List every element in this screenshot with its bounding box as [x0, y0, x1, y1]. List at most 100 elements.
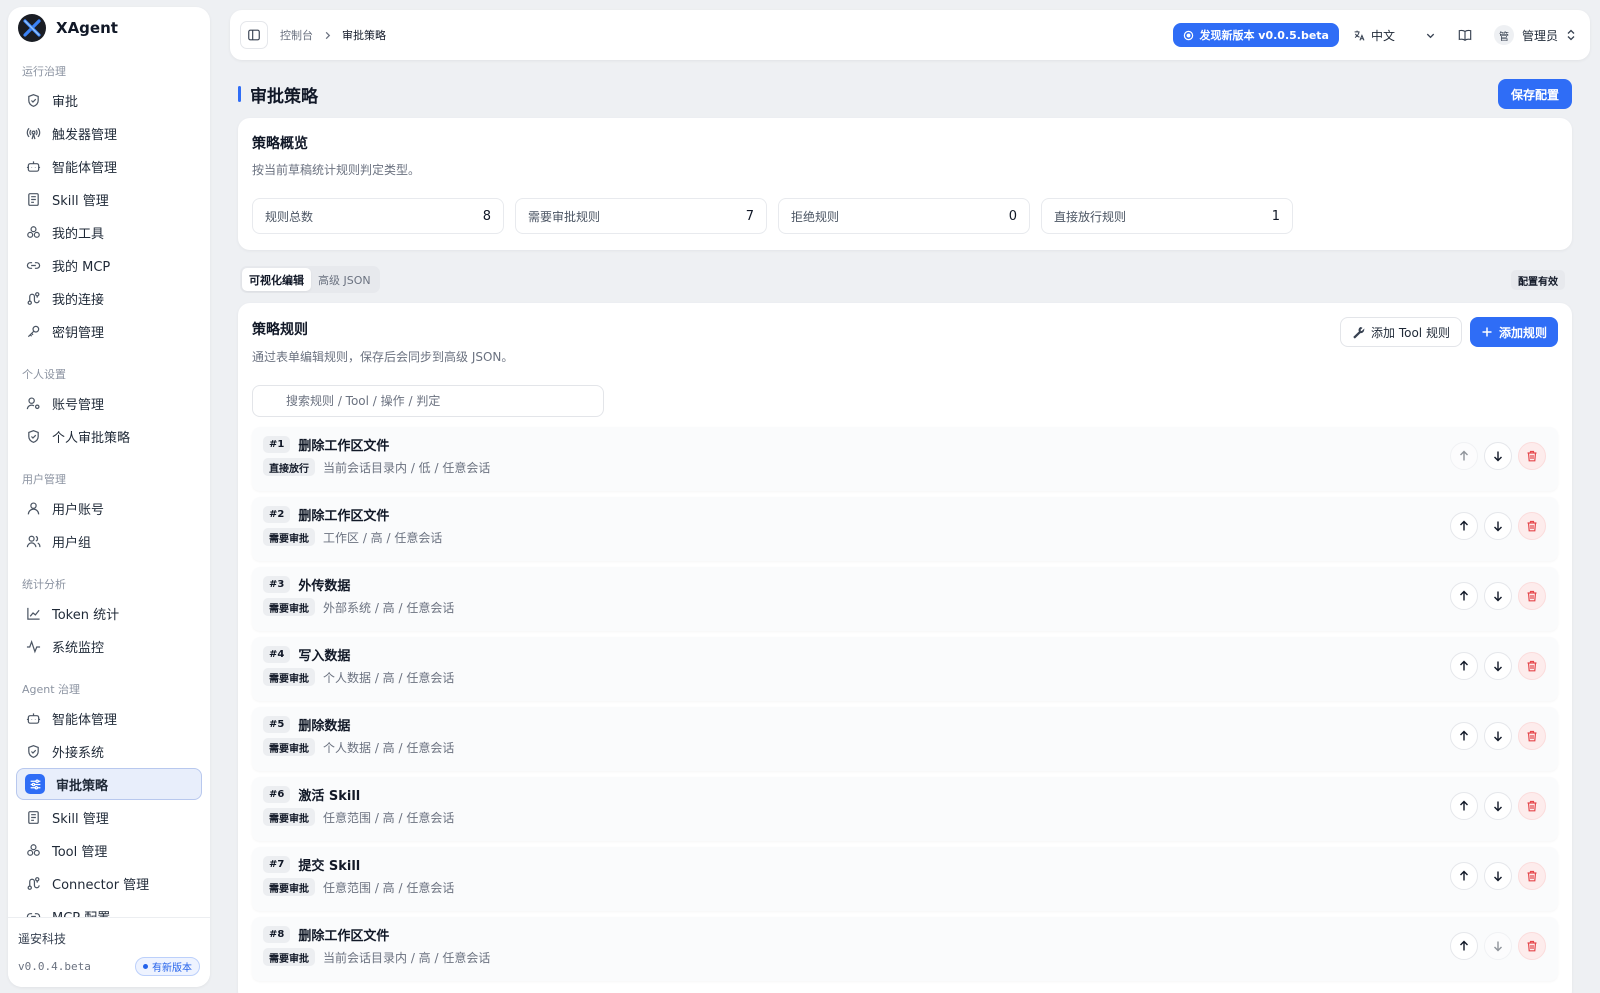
delete-rule-button[interactable]	[1518, 512, 1546, 540]
sidebar-item-account[interactable]: 账号管理	[16, 387, 202, 419]
arrow-down-icon	[1494, 731, 1502, 742]
rule-name: 写入数据	[298, 649, 351, 664]
sidebar-item-skills[interactable]: Skill 管理	[16, 183, 202, 215]
move-up-button[interactable]	[1450, 442, 1478, 470]
delete-rule-button[interactable]	[1518, 442, 1546, 470]
rules-list: #1 删除工作区文件 直接放行 当前会话目录内 / 低 / 任意会话 #2 删除…	[252, 427, 1558, 987]
delete-rule-button[interactable]	[1518, 582, 1546, 610]
list-item[interactable]: #8 删除工作区文件 需要审批 当前会话目录内 / 高 / 任意会话	[252, 917, 1558, 981]
sidebar-item-mcp-config[interactable]: MCP 配置	[16, 900, 202, 917]
sidebar-item-keys[interactable]: 密钥管理	[16, 315, 202, 347]
stat-allow-rules: 直接放行规则 1	[1041, 198, 1293, 234]
add-tool-rule-button[interactable]: 添加 Tool 规则	[1340, 317, 1462, 347]
trash-icon	[1527, 800, 1537, 812]
docs-book-icon[interactable]	[1458, 28, 1472, 42]
move-up-button[interactable]	[1450, 722, 1478, 750]
nav-group-title: 个人设置	[22, 368, 66, 381]
list-item[interactable]: #5 删除数据 需要审批 个人数据 / 高 / 任意会话	[252, 707, 1558, 771]
sidebar-item-label: 智能体管理	[52, 160, 118, 176]
line-chart-icon	[27, 607, 40, 620]
sidebar-item-personal-policy[interactable]: 个人审批策略	[16, 420, 202, 452]
sidebar-item-label: 审批策略	[56, 778, 109, 794]
rule-index: #1	[263, 436, 291, 453]
sidebar-nav[interactable]: 运行治理 审批 触发器管理 智能体管理 Skill 管理 我的工具 我的 MCP…	[8, 61, 210, 917]
add-tool-rule-label: 添加 Tool 规则	[1371, 325, 1450, 340]
tab-advanced-json[interactable]: 高级 JSON	[311, 268, 378, 291]
breadcrumb-item-console[interactable]: 控制台	[280, 27, 313, 43]
breadcrumb-item-current: 审批策略	[342, 29, 386, 42]
sidebar-item-system-monitor[interactable]: 系统监控	[16, 630, 202, 662]
add-rule-button[interactable]: 添加规则	[1470, 317, 1559, 347]
move-down-button[interactable]	[1484, 442, 1512, 470]
list-item[interactable]: #7 提交 Skill 需要审批 任意范围 / 高 / 任意会话	[252, 847, 1558, 911]
move-up-button[interactable]	[1450, 932, 1478, 960]
sidebar-item-external-systems[interactable]: 外接系统	[16, 735, 202, 767]
move-up-button[interactable]	[1450, 582, 1478, 610]
list-item[interactable]: #2 删除工作区文件 需要审批 工作区 / 高 / 任意会话	[252, 497, 1558, 561]
translate-icon	[1354, 30, 1365, 41]
sidebar-item-my-mcp[interactable]: 我的 MCP	[16, 249, 202, 281]
chevron-down-icon[interactable]	[1425, 30, 1436, 41]
list-item[interactable]: #3 外传数据 需要审批 外部系统 / 高 / 任意会话	[252, 567, 1558, 631]
add-rule-label: 添加规则	[1499, 325, 1548, 340]
delete-rule-button[interactable]	[1518, 932, 1546, 960]
sidebar-item-connector-management[interactable]: Connector 管理	[16, 867, 202, 899]
brand[interactable]: XAgent	[8, 7, 210, 49]
sidebar-item-approval[interactable]: 审批	[16, 84, 202, 116]
sidebar-item-agent-management[interactable]: 智能体管理	[16, 702, 202, 734]
delete-rule-button[interactable]	[1518, 652, 1546, 680]
rule-decision-badge: 需要审批	[263, 668, 315, 686]
sidebar-item-user-groups[interactable]: 用户组	[16, 525, 202, 557]
move-up-button[interactable]	[1450, 862, 1478, 890]
users-icon	[26, 535, 41, 547]
arrow-down-icon	[1494, 871, 1502, 882]
sidebar-item-label: Token 统计	[52, 607, 120, 623]
policy-overview-card: 策略概览 按当前草稿统计规则判定类型。 规则总数 8 需要审批规则 7 拒绝规则…	[238, 118, 1572, 250]
move-down-button[interactable]	[1484, 792, 1512, 820]
sidebar-item-label: 系统监控	[52, 640, 105, 656]
new-version-badge[interactable]: 有新版本	[135, 957, 200, 976]
sidebar-item-my-connections[interactable]: 我的连接	[16, 282, 202, 314]
rule-decision-badge: 直接放行	[263, 458, 315, 476]
sidebar-item-agents[interactable]: 智能体管理	[16, 150, 202, 182]
move-up-button[interactable]	[1450, 792, 1478, 820]
tab-visual-editor[interactable]: 可视化编辑	[242, 268, 311, 291]
list-item[interactable]: #6 激活 Skill 需要审批 任意范围 / 高 / 任意会话	[252, 777, 1558, 841]
sidebar-item-label: 外接系统	[52, 745, 105, 761]
list-item[interactable]: #4 写入数据 需要审批 个人数据 / 高 / 任意会话	[252, 637, 1558, 701]
language-switcher[interactable]: 中文	[1353, 27, 1395, 44]
list-item[interactable]: #1 删除工作区文件 直接放行 当前会话目录内 / 低 / 任意会话	[252, 427, 1558, 491]
stat-label: 直接放行规则	[1054, 209, 1127, 224]
current-version: v0.0.4.beta	[18, 960, 91, 973]
broadcast-icon	[26, 127, 41, 139]
rule-description: 个人数据 / 高 / 任意会话	[323, 670, 455, 685]
rule-search-input[interactable]	[252, 385, 604, 417]
move-up-button[interactable]	[1450, 652, 1478, 680]
arrow-down-icon	[1494, 521, 1502, 532]
move-down-button[interactable]	[1484, 932, 1512, 960]
move-down-button[interactable]	[1484, 582, 1512, 610]
move-down-button[interactable]	[1484, 722, 1512, 750]
save-config-button[interactable]: 保存配置	[1498, 79, 1572, 109]
sidebar-toggle-button[interactable]	[240, 21, 268, 49]
stat-deny-rules: 拒绝规则 0	[778, 198, 1030, 234]
move-down-button[interactable]	[1484, 652, 1512, 680]
delete-rule-button[interactable]	[1518, 722, 1546, 750]
sidebar-item-skill-management[interactable]: Skill 管理	[16, 801, 202, 833]
sidebar-item-token-stats[interactable]: Token 统计	[16, 597, 202, 629]
delete-rule-button[interactable]	[1518, 862, 1546, 890]
move-up-button[interactable]	[1450, 512, 1478, 540]
user-menu[interactable]: 管 管理员	[1493, 25, 1576, 45]
sidebar-item-user-accounts[interactable]: 用户账号	[16, 492, 202, 524]
delete-rule-button[interactable]	[1518, 792, 1546, 820]
move-down-button[interactable]	[1484, 862, 1512, 890]
move-down-button[interactable]	[1484, 512, 1512, 540]
new-version-button[interactable]: 发现新版本 v0.0.5.beta	[1173, 23, 1339, 47]
sidebar-item-triggers[interactable]: 触发器管理	[16, 117, 202, 149]
sidebar-item-approval-policy[interactable]: 审批策略	[16, 768, 202, 800]
sidebar-item-tool-management[interactable]: Tool 管理	[16, 834, 202, 866]
sidebar-item-my-tools[interactable]: 我的工具	[16, 216, 202, 248]
arrow-up-icon	[1460, 940, 1468, 951]
nav-group-title: 运行治理	[22, 65, 66, 78]
rule-index: #7	[263, 856, 291, 873]
